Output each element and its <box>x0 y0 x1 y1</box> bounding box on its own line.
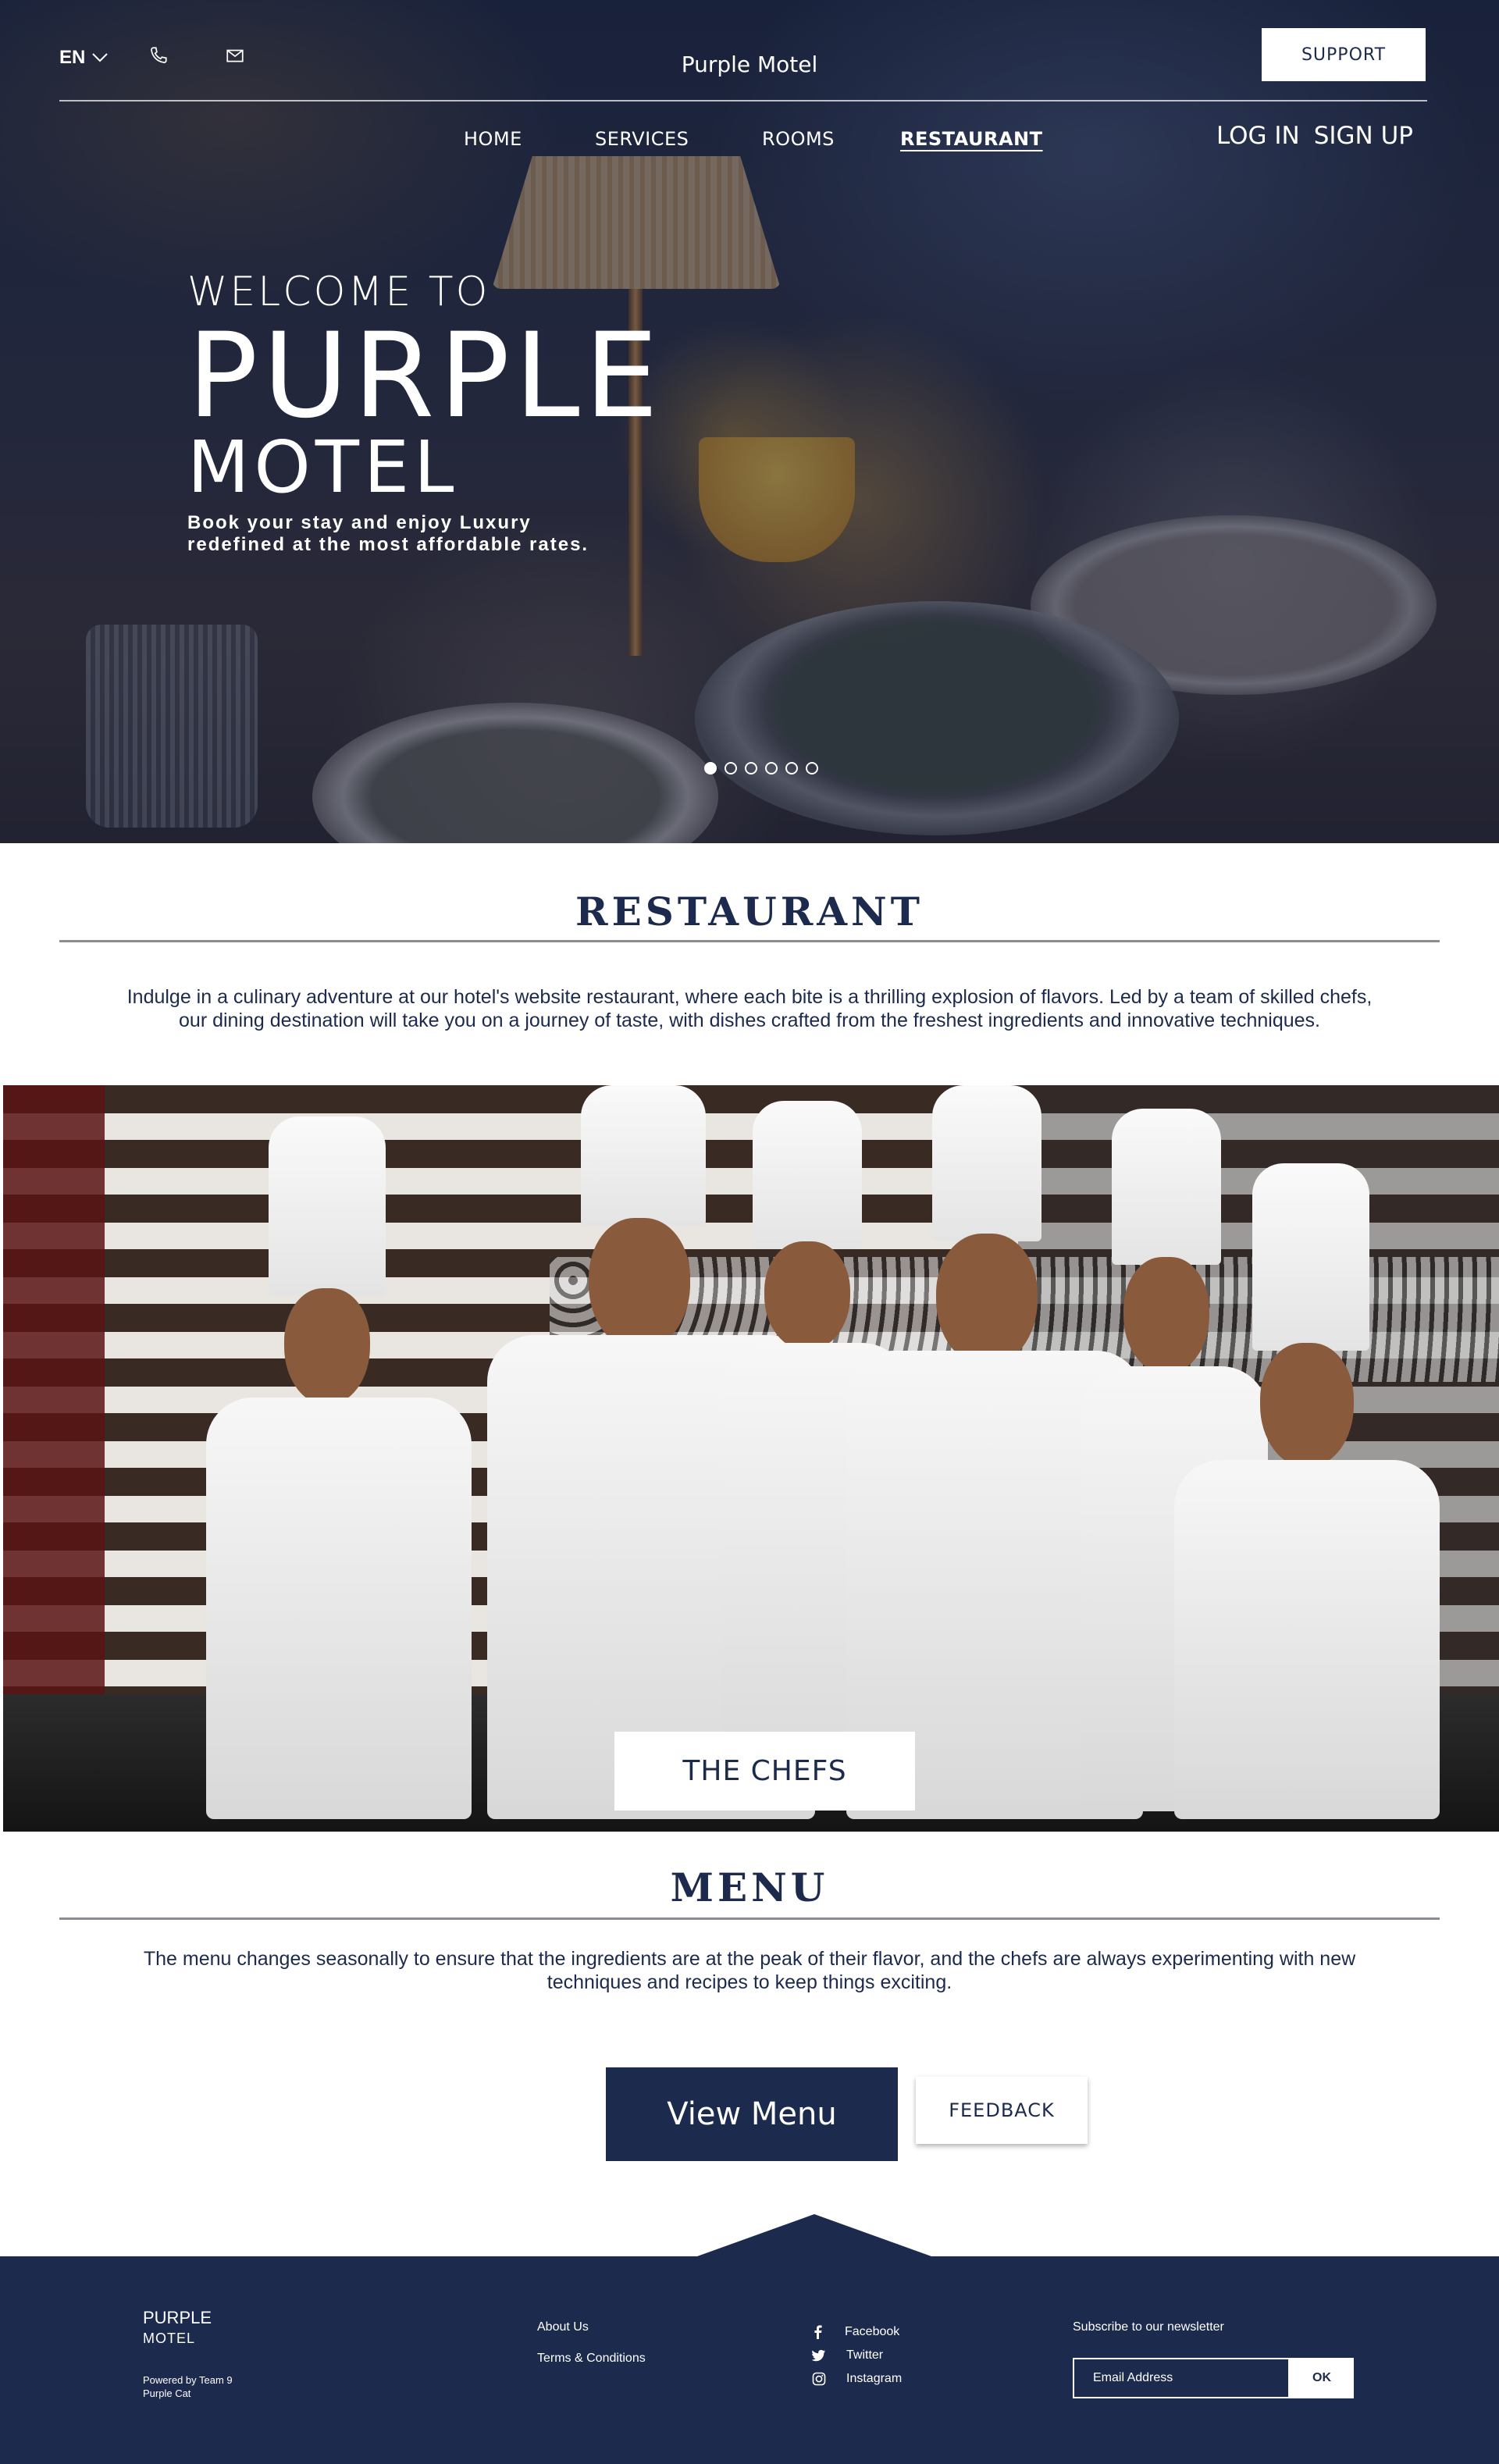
login-link[interactable]: LOG IN <box>1216 122 1300 150</box>
hero-text: WELCOME TO PURPLE MOTEL Book your stay a… <box>187 269 663 556</box>
carousel-dot[interactable] <box>725 762 737 774</box>
menu-description: The menu changes seasonally to ensure th… <box>143 1948 1356 1993</box>
social-facebook[interactable]: Facebook <box>812 2320 902 2344</box>
chef-figure <box>1174 1163 1440 1819</box>
carousel-dot[interactable] <box>806 762 818 774</box>
nav-services[interactable]: SERVICES <box>595 128 689 150</box>
newsletter-title: Subscribe to our newsletter <box>1073 2320 1224 2334</box>
nav-home[interactable]: HOME <box>464 128 522 150</box>
support-button[interactable]: SUPPORT <box>1262 28 1426 81</box>
footer-brand-line1: PURPLE <box>143 2308 212 2327</box>
terms-link[interactable]: Terms & Conditions <box>537 2352 646 2366</box>
powered-by: Powered by Team 9 Purple Cat <box>143 2373 233 2400</box>
footer-notch <box>697 2214 931 2256</box>
chef-figure <box>206 1116 487 1819</box>
auth-links: LOG IN SIGN UP <box>1216 122 1413 150</box>
page: EN Purple Motel SUPPORT HOME SERVICES RO… <box>0 0 1499 2464</box>
restaurant-divider <box>59 940 1440 942</box>
social-instagram[interactable]: Instagram <box>812 2367 902 2391</box>
menu-title: MENU <box>670 1864 829 1910</box>
email-field[interactable] <box>1073 2358 1290 2398</box>
twitter-label: Twitter <box>846 2348 884 2362</box>
view-menu-button[interactable]: View Menu <box>606 2067 898 2161</box>
carousel-dot[interactable] <box>745 762 757 774</box>
instagram-icon <box>812 2372 826 2386</box>
top-bar: EN Purple Motel SUPPORT <box>0 0 1499 101</box>
carousel-dot[interactable] <box>785 762 798 774</box>
newsletter-form: OK <box>1073 2358 1354 2398</box>
hero-title: PURPLE <box>187 308 664 444</box>
powered-line1: Powered by Team 9 <box>143 2374 233 2386</box>
footer-brand[interactable]: PURPLE MOTEL <box>143 2308 212 2348</box>
feedback-button[interactable]: FEEDBACK <box>916 2077 1088 2144</box>
hero-tagline: Book your stay and enjoy Luxury redefine… <box>187 512 589 555</box>
nav-rooms[interactable]: ROOMS <box>762 128 835 150</box>
twitter-icon <box>812 2349 825 2362</box>
footer: PURPLE MOTEL Powered by Team 9 Purple Ca… <box>0 2256 1499 2464</box>
the-chefs-button[interactable]: THE CHEFS <box>614 1732 915 1811</box>
menu-divider <box>59 1917 1440 1920</box>
restaurant-title: RESTAURANT <box>575 888 924 935</box>
about-us-link[interactable]: About Us <box>537 2320 646 2334</box>
footer-brand-line2: MOTEL <box>143 2330 196 2346</box>
nav-restaurant[interactable]: RESTAURANT <box>900 128 1043 150</box>
carousel-dot[interactable] <box>765 762 778 774</box>
powered-line2: Purple Cat <box>143 2387 191 2399</box>
facebook-icon <box>814 2325 822 2339</box>
header-divider <box>59 100 1427 101</box>
social-links: Facebook Twitter Instagram <box>812 2320 902 2391</box>
instagram-label: Instagram <box>846 2372 903 2385</box>
carousel-dot[interactable] <box>704 762 717 774</box>
signup-link[interactable]: SIGN UP <box>1314 122 1413 150</box>
hero-banner: EN Purple Motel SUPPORT HOME SERVICES RO… <box>0 0 1499 843</box>
footer-links: About Us Terms & Conditions <box>537 2320 646 2383</box>
carousel-dots <box>704 762 818 774</box>
subscribe-ok-button[interactable]: OK <box>1290 2358 1354 2398</box>
restaurant-description: Indulge in a culinary adventure at our h… <box>126 986 1373 1031</box>
chefs-photo <box>3 1085 1499 1832</box>
facebook-label: Facebook <box>845 2325 900 2338</box>
social-twitter[interactable]: Twitter <box>812 2344 902 2367</box>
